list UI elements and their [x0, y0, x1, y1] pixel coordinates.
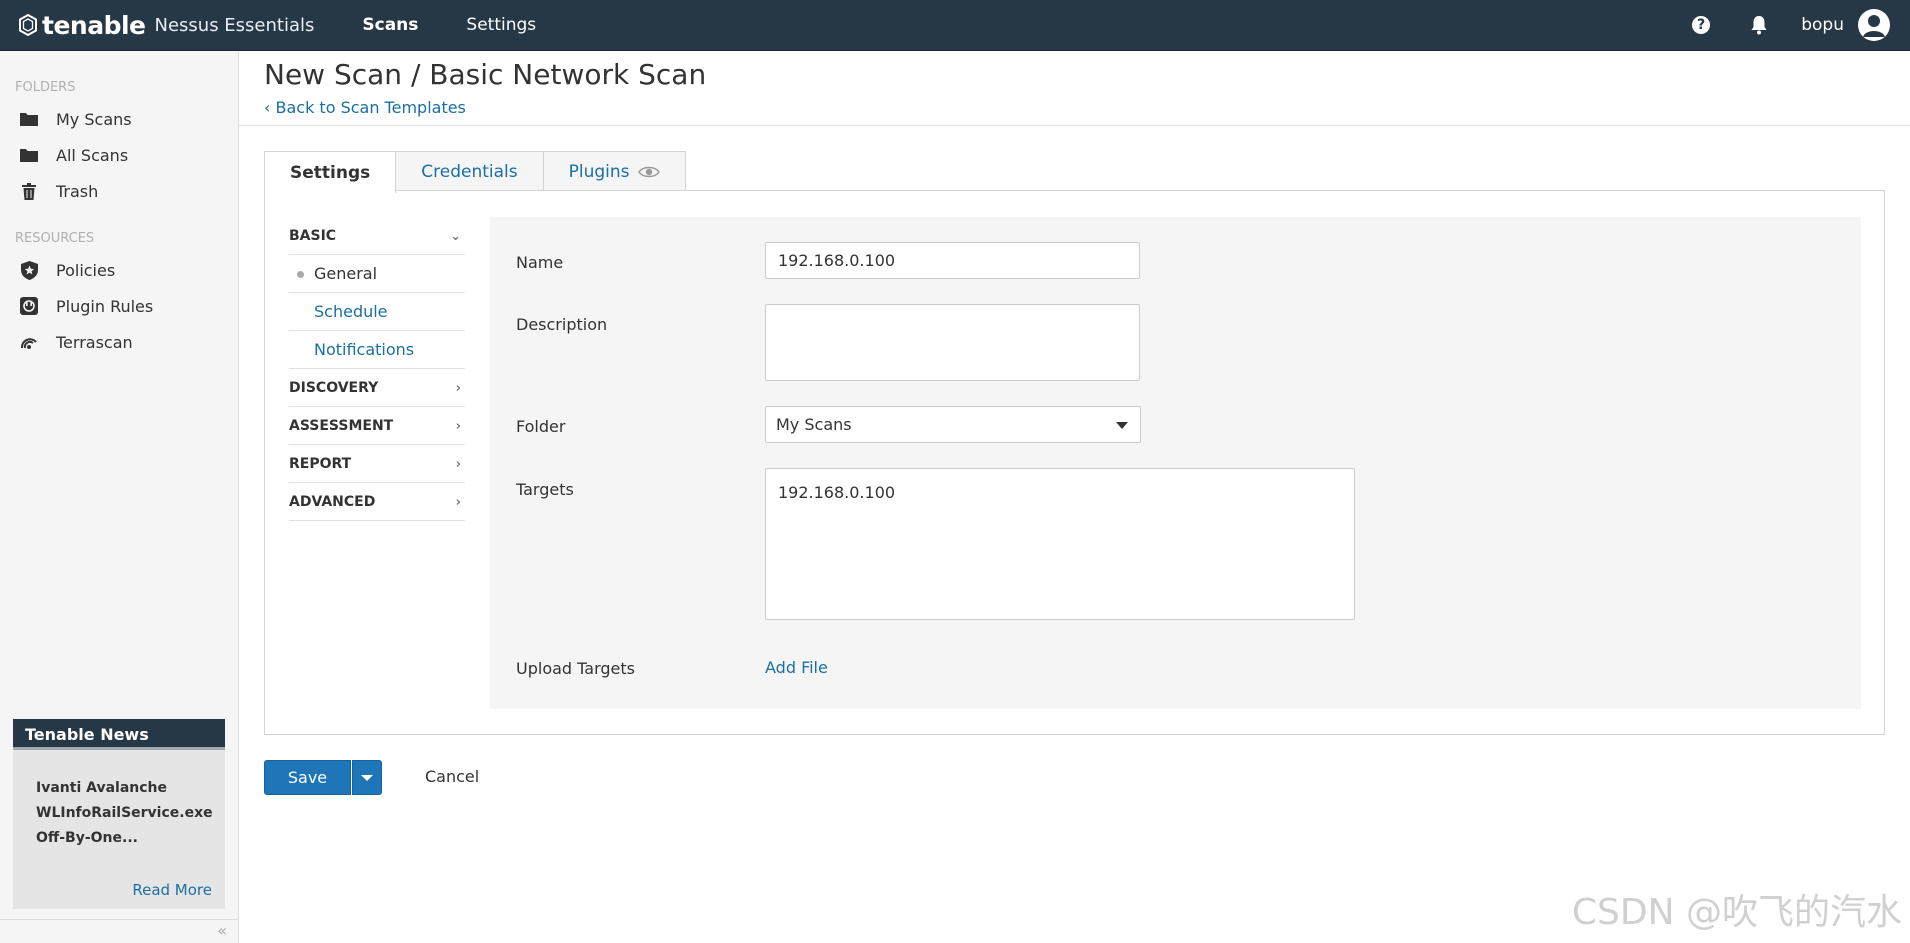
sidebar-item-all-scans[interactable]: All Scans	[0, 137, 238, 173]
upload-targets-label: Upload Targets	[516, 659, 635, 678]
folder-label: Folder	[516, 417, 566, 436]
news-line: Ivanti Avalanche	[36, 780, 167, 796]
section-label: REPORT	[289, 455, 352, 472]
user-avatar-icon[interactable]	[1858, 9, 1890, 41]
save-button[interactable]: Save	[264, 760, 351, 795]
plugin-icon	[20, 297, 38, 315]
tenable-logo-icon	[19, 13, 37, 37]
sidebar: FOLDERS My Scans All Scans Trash RESOURC…	[0, 51, 239, 943]
sidebar-item-my-scans[interactable]: My Scans	[0, 101, 238, 137]
username[interactable]: bopu	[1801, 15, 1844, 35]
sidebar-item-label: Terrascan	[56, 332, 133, 352]
active-dot-icon	[297, 271, 304, 278]
section-item-label: Notifications	[314, 340, 415, 359]
folder-select[interactable]: My Scans	[765, 406, 1141, 443]
targets-field[interactable]: 192.168.0.100	[765, 468, 1355, 620]
section-item-schedule[interactable]: Schedule	[289, 293, 465, 331]
read-more-link[interactable]: Read More	[132, 881, 212, 899]
section-item-notifications[interactable]: Notifications	[289, 331, 465, 369]
folders-heading: FOLDERS	[15, 80, 76, 95]
header-divider	[239, 125, 1910, 126]
tab-plugins[interactable]: Plugins	[542, 151, 686, 191]
folder-icon	[20, 146, 38, 164]
section-report[interactable]: REPORT ›	[289, 445, 465, 483]
top-nav: Scans Settings	[338, 0, 560, 51]
back-link-label: Back to Scan Templates	[275, 98, 466, 117]
scan-tabs: Settings Credentials Plugins	[264, 151, 686, 193]
news-headline[interactable]: Ivanti Avalanche WLInfoRailService.exe O…	[13, 750, 225, 851]
sidebar-item-label: Trash	[56, 181, 99, 201]
top-bar: tenable Nessus Essentials Scans Settings…	[0, 0, 1910, 51]
eye-icon	[637, 166, 660, 177]
targets-label: Targets	[516, 480, 574, 499]
section-item-label: Schedule	[314, 302, 388, 321]
section-basic[interactable]: BASIC ⌄	[289, 217, 465, 255]
section-discovery[interactable]: DISCOVERY ›	[289, 369, 465, 407]
nav-scans[interactable]: Scans	[338, 15, 442, 35]
tab-plugins-label: Plugins	[568, 161, 630, 182]
sidebar-item-terrascan[interactable]: Terrascan	[0, 324, 238, 360]
section-label: ASSESSMENT	[289, 417, 394, 434]
sidebar-collapse-bar: «	[0, 919, 239, 943]
terrascan-icon	[20, 333, 38, 351]
chevron-right-icon: ›	[455, 419, 461, 434]
sidebar-item-trash[interactable]: Trash	[0, 173, 238, 209]
chevron-left-icon: ‹	[264, 98, 276, 117]
back-to-templates-link[interactable]: ‹ Back to Scan Templates	[264, 98, 466, 117]
chevron-right-icon: ›	[455, 381, 461, 396]
sidebar-item-plugin-rules[interactable]: Plugin Rules	[0, 288, 238, 324]
name-field[interactable]	[765, 242, 1140, 279]
section-assessment[interactable]: ASSESSMENT ›	[289, 407, 465, 445]
page-title: New Scan / Basic Network Scan	[264, 58, 707, 91]
description-label: Description	[516, 315, 608, 334]
settings-section-list: BASIC ⌄ General Schedule Notifications D…	[289, 217, 465, 521]
chevron-right-icon: ›	[455, 457, 461, 472]
section-label: DISCOVERY	[289, 379, 379, 396]
section-item-label: General	[314, 264, 378, 283]
sidebar-item-label: Policies	[56, 260, 116, 280]
section-basic-label: BASIC	[289, 227, 337, 244]
general-form: Name Description Folder My Scans Targets…	[490, 217, 1861, 709]
csdn-watermark: CSDN @吹飞的汽水	[1571, 892, 1902, 933]
trash-icon	[20, 182, 38, 200]
bell-icon[interactable]	[1747, 13, 1771, 37]
add-file-link[interactable]: Add File	[765, 658, 828, 677]
tenable-logo[interactable]: tenable Nessus Essentials	[16, 11, 314, 40]
brand-name: tenable	[42, 10, 146, 40]
caret-down-icon	[361, 774, 373, 781]
section-label: ADVANCED	[289, 493, 376, 510]
shield-icon	[20, 260, 38, 280]
topbar-actions: ? bopu	[1655, 0, 1910, 51]
tab-settings[interactable]: Settings	[264, 151, 397, 193]
section-item-general[interactable]: General	[289, 255, 465, 293]
chevron-down-icon: ⌄	[450, 229, 461, 244]
save-options-button[interactable]	[352, 760, 382, 795]
product-name: Nessus Essentials	[154, 14, 315, 36]
chevron-right-icon: ›	[455, 495, 461, 510]
resources-heading: RESOURCES	[15, 231, 95, 246]
double-chevron-left-icon[interactable]: «	[217, 921, 227, 940]
sidebar-item-label: All Scans	[56, 145, 129, 165]
sidebar-item-label: My Scans	[56, 109, 132, 129]
sidebar-item-label: Plugin Rules	[56, 296, 154, 316]
tab-credentials[interactable]: Credentials	[395, 151, 544, 191]
news-line: Off-By-One...	[36, 830, 138, 846]
folder-select-value: My Scans	[776, 415, 852, 434]
name-label: Name	[516, 253, 564, 272]
nav-settings[interactable]: Settings	[442, 15, 560, 35]
sidebar-item-policies[interactable]: Policies	[0, 252, 238, 288]
cancel-button[interactable]: Cancel	[425, 767, 479, 786]
caret-down-icon	[1116, 422, 1128, 429]
section-advanced[interactable]: ADVANCED ›	[289, 483, 465, 521]
settings-panel: BASIC ⌄ General Schedule Notifications D…	[264, 190, 1885, 735]
news-title: Tenable News	[13, 719, 225, 750]
help-icon[interactable]: ?	[1689, 13, 1713, 37]
news-line: WLInfoRailService.exe	[36, 805, 213, 821]
description-field[interactable]	[765, 304, 1140, 381]
folder-icon	[20, 110, 38, 128]
tenable-news-widget: Tenable News Ivanti Avalanche WLInfoRail…	[13, 719, 225, 909]
